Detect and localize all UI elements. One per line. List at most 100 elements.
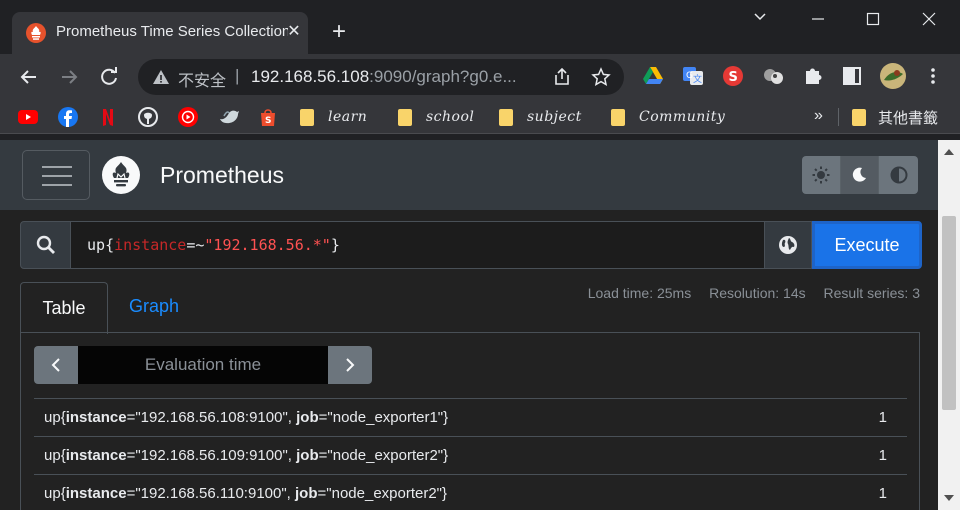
resolution: Resolution: 14s — [709, 285, 806, 301]
auto-theme-button[interactable] — [879, 156, 918, 194]
bookmark-folder-school[interactable]: school — [398, 106, 474, 128]
execute-button[interactable]: Execute — [812, 221, 922, 269]
other-bookmarks-folder[interactable]: 其他書籤 — [852, 106, 938, 128]
tab-search-icon[interactable] — [745, 6, 775, 30]
shopee-icon[interactable]: S — [258, 107, 278, 127]
facebook-icon[interactable] — [58, 107, 78, 127]
query-close-brace: } — [330, 236, 340, 254]
forward-icon[interactable] — [56, 64, 82, 90]
folder-icon — [499, 108, 513, 126]
profile-avatar[interactable] — [879, 62, 907, 90]
reload-icon[interactable] — [96, 64, 122, 90]
bookmark-folder-label: school — [426, 109, 475, 125]
other-bookmarks-label: 其他書籤 — [878, 109, 939, 127]
bookmarks-bar: S learn school subject Community » 其他書籤 — [0, 100, 960, 134]
series-metric: up — [44, 485, 61, 502]
new-tab-button[interactable]: + — [326, 20, 352, 46]
svg-text:文: 文 — [693, 73, 702, 85]
eval-time-forward-button[interactable] — [328, 346, 372, 384]
scroll-down-arrow-icon[interactable] — [944, 495, 954, 501]
label-value: "node_exporter2" — [327, 447, 444, 464]
chevron-right-icon — [346, 358, 355, 372]
evaluation-time-input[interactable]: Evaluation time — [78, 346, 328, 384]
bookmark-folder-label: Community — [639, 109, 726, 125]
bookmark-folder-community[interactable]: Community — [611, 106, 725, 128]
tab-graph[interactable]: Graph — [129, 296, 179, 317]
series-label: up{instance="192.168.56.109:9100", job="… — [44, 447, 449, 464]
eval-time-back-button[interactable] — [34, 346, 78, 384]
series-value: 1 — [878, 485, 887, 502]
extensions-puzzle-icon[interactable] — [802, 65, 824, 87]
tab-close-icon[interactable]: ✕ — [282, 20, 306, 44]
extension-s-icon[interactable]: S — [722, 65, 744, 87]
sidebar-icon[interactable] — [841, 65, 863, 87]
hamburger-line — [42, 166, 72, 168]
query-label-name: instance — [114, 236, 187, 254]
table-panel: Evaluation time up{instance="192.168.56.… — [20, 332, 920, 510]
warning-icon[interactable] — [152, 68, 170, 86]
table-row: up{instance="192.168.56.110:9100", job="… — [34, 474, 907, 510]
scroll-up-arrow-icon[interactable] — [944, 149, 954, 155]
label-key: job — [296, 409, 319, 426]
not-secure-label[interactable]: 不安全 — [178, 67, 226, 91]
url-text[interactable]: 192.168.56.108:9090/graph?g0.e... — [251, 67, 517, 87]
github-icon[interactable] — [138, 107, 158, 127]
prometheus-logo-icon[interactable] — [102, 156, 140, 194]
star-icon[interactable] — [591, 67, 611, 87]
menu-kebab-icon[interactable] — [922, 65, 944, 87]
series-metric: up — [44, 447, 61, 464]
navbar-toggle-button[interactable] — [22, 150, 90, 200]
query-open-brace: { — [105, 236, 115, 254]
bird-icon[interactable] — [218, 107, 239, 127]
query-operator: =~ — [186, 236, 205, 254]
folder-icon — [300, 108, 314, 126]
table-row: up{instance="192.168.56.108:9100", job="… — [34, 398, 907, 436]
youtube-icon[interactable] — [18, 107, 38, 127]
result-table: up{instance="192.168.56.108:9100", job="… — [34, 398, 907, 510]
scroll-thumb[interactable] — [942, 216, 956, 410]
label-value: "node_exporter1" — [327, 409, 444, 426]
netflix-icon[interactable] — [98, 107, 118, 127]
bookmarks-overflow-button[interactable]: » — [814, 107, 823, 125]
page-scrollbar[interactable] — [938, 140, 960, 510]
extension-balls-icon[interactable] — [762, 65, 784, 87]
share-icon[interactable] — [552, 67, 572, 87]
metrics-explorer-globe-icon[interactable] — [764, 221, 812, 269]
label-key: instance — [65, 485, 127, 502]
bookmark-folder-label: subject — [527, 109, 582, 125]
browser-tab[interactable]: Prometheus Time Series Collection and Pr… — [12, 12, 308, 54]
light-theme-button[interactable] — [802, 156, 841, 194]
url-separator: | — [235, 66, 240, 85]
navbar: Prometheus — [0, 140, 938, 210]
tab-table[interactable]: Table — [20, 282, 108, 334]
url-host: 192.168.56.108 — [251, 67, 370, 86]
browser-toolbar: 不安全 | 192.168.56.108:9090/graph?g0.e... … — [0, 54, 960, 100]
address-bar[interactable]: 不安全 | 192.168.56.108:9090/graph?g0.e... — [138, 59, 624, 95]
close-window-icon[interactable] — [914, 6, 944, 30]
bookmark-folder-label: learn — [328, 109, 368, 125]
youtube-music-icon[interactable] — [178, 107, 198, 127]
brand-title[interactable]: Prometheus — [160, 162, 284, 189]
minimize-icon[interactable] — [803, 6, 833, 30]
expression-input[interactable]: up{instance=~"192.168.56.*"} — [70, 221, 765, 269]
svg-text:S: S — [729, 70, 738, 85]
table-row: up{instance="192.168.56.109:9100", job="… — [34, 436, 907, 474]
back-icon[interactable] — [16, 64, 42, 90]
series-value: 1 — [878, 409, 887, 426]
bookmark-folder-learn[interactable]: learn — [300, 106, 367, 128]
url-path: :9090/graph?g0.e... — [369, 67, 517, 86]
theme-toggle-group — [802, 156, 918, 194]
adjust-icon — [890, 166, 908, 184]
maximize-icon[interactable] — [858, 6, 888, 30]
label-value: "192.168.56.109:9100" — [135, 447, 288, 464]
folder-icon — [852, 108, 866, 126]
label-key: instance — [65, 409, 127, 426]
series-label: up{instance="192.168.56.108:9100", job="… — [44, 409, 449, 426]
bookmark-folder-subject[interactable]: subject — [499, 106, 582, 128]
label-value: "node_exporter2" — [326, 485, 443, 502]
dark-theme-button[interactable] — [840, 156, 880, 194]
sun-icon — [812, 166, 830, 184]
bookmarks-divider — [838, 108, 839, 126]
google-translate-icon[interactable]: G文 — [682, 65, 704, 87]
google-drive-icon[interactable] — [642, 65, 664, 87]
